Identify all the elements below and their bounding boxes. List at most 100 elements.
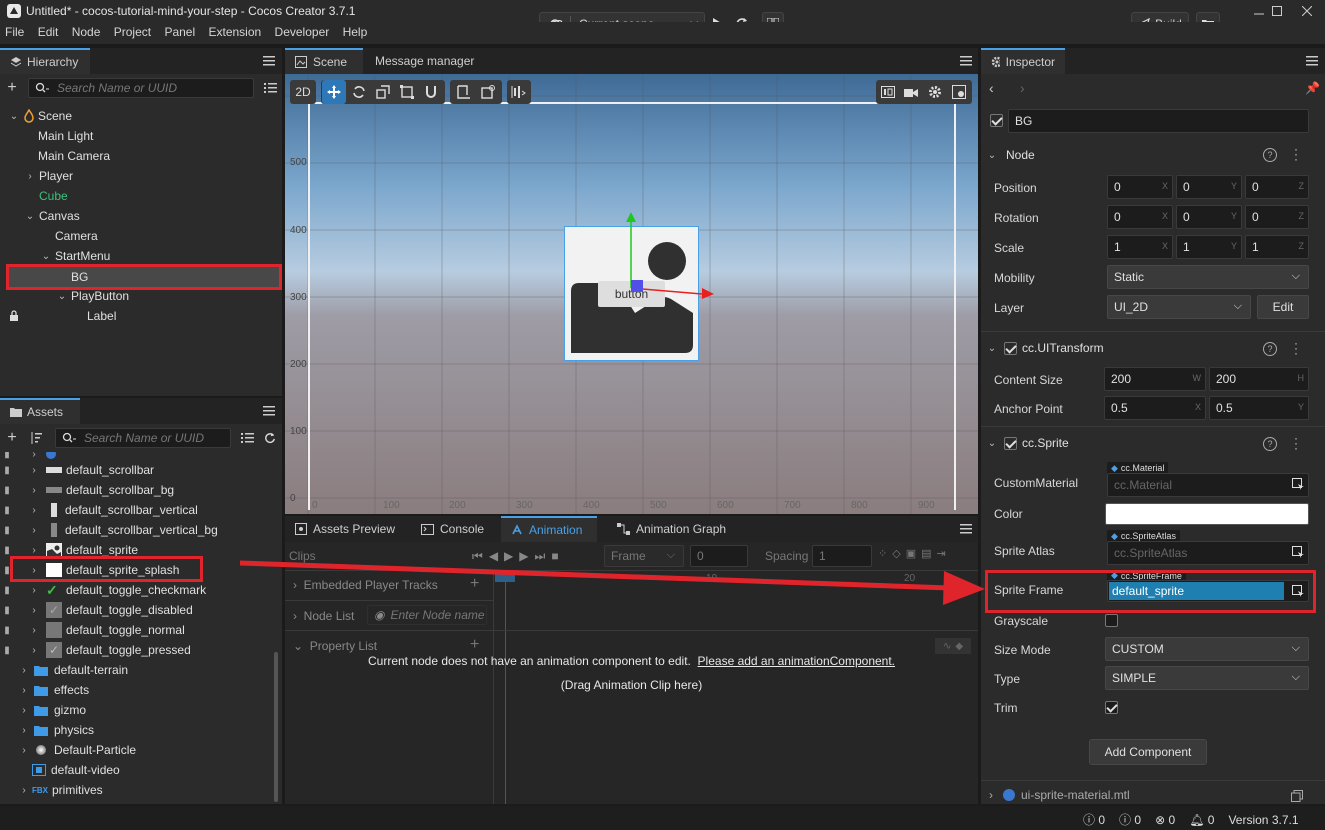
- export-icon[interactable]: ⇥: [937, 547, 946, 565]
- list-item[interactable]: ▮ › default_scrollbar_vertical: [0, 500, 198, 520]
- rotation-x-input[interactable]: 0X: [1107, 205, 1173, 229]
- sprite-atlas-field[interactable]: cc.SpriteAtlas: [1107, 541, 1309, 565]
- event-icon[interactable]: ▤: [921, 547, 931, 565]
- list-item[interactable]: ▮ › ✓ default_toggle_pressed: [0, 640, 191, 660]
- list-item[interactable]: ▮ › default_scrollbar_bg: [0, 480, 174, 500]
- list-item[interactable]: › Default-Particle: [18, 740, 136, 760]
- tree-item-cube[interactable]: Cube: [39, 186, 68, 206]
- list-item[interactable]: › gizmo: [18, 700, 86, 720]
- move-tool-icon[interactable]: [322, 80, 346, 104]
- tree-item-camera[interactable]: Camera: [55, 226, 98, 246]
- position-x-input[interactable]: 0X: [1107, 175, 1173, 199]
- node-filter-input[interactable]: ◉ Enter Node name: [367, 605, 487, 625]
- spacing-input[interactable]: 1: [812, 545, 872, 567]
- hierarchy-list-icon[interactable]: [263, 81, 277, 95]
- layer-select[interactable]: UI_2D ⌵: [1107, 295, 1251, 319]
- property-list-row[interactable]: ⌄ Property List: [293, 639, 377, 653]
- magnet-icon[interactable]: [419, 80, 443, 104]
- assets-list-icon[interactable]: [240, 431, 254, 445]
- more-vertical-icon[interactable]: · · ·: [1294, 337, 1298, 359]
- material-file-row[interactable]: › ui-sprite-material.mtl: [989, 788, 1130, 802]
- trim-checkbox[interactable]: [1105, 701, 1118, 717]
- menu-project[interactable]: Project: [109, 22, 156, 39]
- save-icon[interactable]: ▣: [906, 547, 916, 565]
- tab-assets-preview[interactable]: Assets Preview: [285, 516, 405, 542]
- bottom-menu-icon[interactable]: [959, 522, 973, 536]
- assets-refresh-icon[interactable]: [263, 431, 277, 445]
- close-button[interactable]: [1288, 0, 1325, 22]
- tab-message-manager[interactable]: Message manager: [365, 48, 484, 74]
- node-list-row[interactable]: › Node List: [293, 609, 354, 623]
- menu-panel[interactable]: Panel: [159, 22, 200, 39]
- hierarchy-search-input[interactable]: Search Name or UUID: [28, 78, 254, 98]
- list-item[interactable]: › physics: [18, 720, 94, 740]
- list-item[interactable]: ▮ › default_scrollbar: [0, 460, 154, 480]
- help-icon[interactable]: ?: [1263, 148, 1277, 162]
- grayscale-checkbox[interactable]: [1105, 614, 1118, 630]
- node-name-input[interactable]: BG: [1008, 109, 1309, 133]
- tree-item-startmenu[interactable]: ⌄ StartMenu: [40, 246, 111, 266]
- list-item[interactable]: › FBX primitives: [18, 780, 102, 800]
- tree-item-label[interactable]: Label: [9, 306, 116, 326]
- sprite-header[interactable]: ⌄ cc.Sprite: [986, 431, 1069, 455]
- content-width-input[interactable]: 200 W: [1104, 367, 1206, 391]
- playhead-handle[interactable]: [495, 572, 515, 582]
- tab-console[interactable]: Console: [411, 516, 494, 542]
- tree-item-playbutton[interactable]: ⌄ PlayButton: [56, 286, 129, 306]
- color-swatch[interactable]: [1105, 503, 1309, 525]
- layer-edit-button[interactable]: Edit: [1257, 295, 1309, 319]
- add-property-button[interactable]: +: [470, 636, 479, 654]
- copy-icon[interactable]: [1291, 790, 1303, 802]
- locate-asset-icon[interactable]: [1291, 545, 1305, 559]
- add-track-button[interactable]: +: [470, 575, 479, 593]
- error-count[interactable]: ⊗ 0: [1155, 813, 1175, 827]
- tree-item-main-light[interactable]: Main Light: [38, 126, 93, 146]
- rotate-tool-icon[interactable]: [347, 80, 371, 104]
- list-item[interactable]: › default-terrain: [18, 660, 128, 680]
- assets-search-input[interactable]: Search Name or UUID: [55, 428, 231, 448]
- uitransform-header[interactable]: ⌄ cc.UITransform: [986, 336, 1104, 360]
- warn-count[interactable]: ⓘ 0: [1119, 811, 1141, 828]
- menu-help[interactable]: Help: [338, 22, 373, 39]
- camera-icon[interactable]: [899, 80, 923, 104]
- more-vertical-icon[interactable]: · · ·: [1294, 143, 1298, 165]
- gear-icon[interactable]: [923, 80, 947, 104]
- type-select[interactable]: SIMPLE ⌵: [1105, 666, 1309, 690]
- tab-animation-graph[interactable]: Animation Graph: [607, 516, 736, 542]
- assets-scrollbar[interactable]: [274, 652, 278, 802]
- sprite-enabled-checkbox[interactable]: [1004, 436, 1017, 450]
- tree-item-player[interactable]: › Player: [24, 166, 73, 186]
- scale-x-input[interactable]: 1X: [1107, 235, 1173, 259]
- assets-menu-icon[interactable]: [262, 404, 276, 418]
- size-mode-select[interactable]: CUSTOM ⌵: [1105, 637, 1309, 661]
- scene-menu-icon[interactable]: [959, 54, 973, 68]
- more-vertical-icon[interactable]: · · ·: [1294, 432, 1298, 454]
- menu-extension[interactable]: Extension: [204, 22, 267, 39]
- rect-tool-icon[interactable]: [395, 80, 419, 104]
- curve-toggle[interactable]: ∿ ◆: [935, 638, 971, 654]
- list-item[interactable]: default-video: [32, 760, 120, 780]
- step-forward-icon[interactable]: ▶: [519, 549, 528, 563]
- back-arrow-icon[interactable]: ‹: [989, 80, 994, 96]
- tree-item-scene[interactable]: ⌄ Scene: [8, 106, 72, 126]
- notify-count[interactable]: 🔔︎ 0: [1189, 813, 1214, 827]
- info-count[interactable]: ⓘ 0: [1083, 811, 1105, 828]
- uitransform-enabled-checkbox[interactable]: [1004, 341, 1017, 355]
- skip-first-icon[interactable]: ⏮: [472, 549, 483, 564]
- inspector-menu-icon[interactable]: [1305, 54, 1319, 68]
- node-active-checkbox[interactable]: [990, 114, 1003, 130]
- tree-item-canvas[interactable]: ⌄ Canvas: [24, 206, 80, 226]
- frame-input[interactable]: 0: [690, 545, 748, 567]
- sort-icon[interactable]: [28, 430, 44, 446]
- stop-icon[interactable]: ■: [551, 549, 558, 563]
- help-icon[interactable]: ?: [1263, 437, 1277, 451]
- resolution-icon[interactable]: [876, 80, 900, 104]
- move-gizmo[interactable]: [620, 208, 720, 304]
- position-y-input[interactable]: 0Y: [1176, 175, 1242, 199]
- node-section-header[interactable]: ⌄ Node: [986, 143, 1035, 167]
- hierarchy-menu-icon[interactable]: [262, 54, 276, 68]
- locate-asset-icon[interactable]: [1291, 477, 1305, 491]
- add-node-button[interactable]: +: [4, 79, 20, 96]
- embedded-tracks-row[interactable]: › Embedded Player Tracks: [293, 578, 438, 592]
- custom-material-field[interactable]: cc.Material: [1107, 473, 1309, 497]
